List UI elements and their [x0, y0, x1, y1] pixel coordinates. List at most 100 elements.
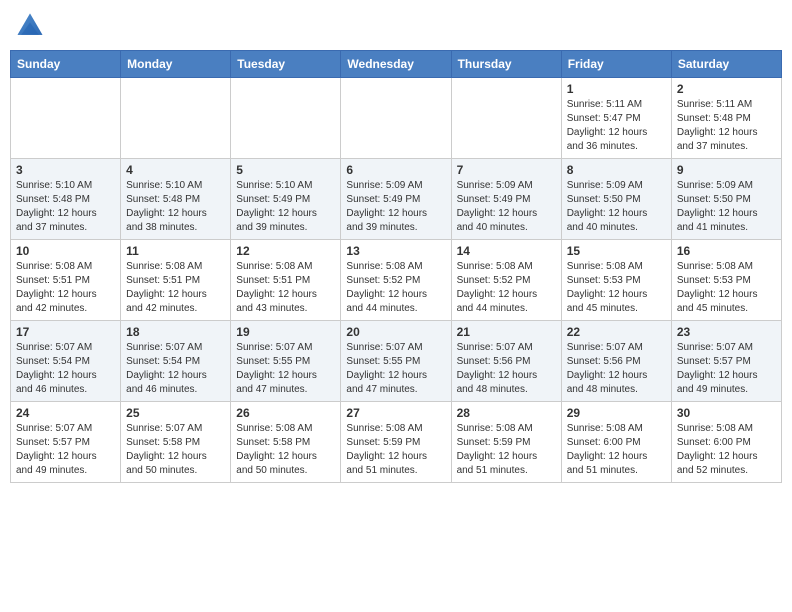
day-number: 11 — [126, 244, 225, 258]
day-info: Sunrise: 5:08 AM Sunset: 6:00 PM Dayligh… — [677, 422, 776, 478]
calendar-cell-2-5: 15 Sunrise: 5:08 AM Sunset: 5:53 PM Dayli… — [561, 240, 671, 321]
day-info: Sunrise: 5:09 AM Sunset: 5:50 PM Dayligh… — [567, 179, 666, 235]
calendar-cell-0-5: 1 Sunrise: 5:11 AM Sunset: 5:47 PM Daylig… — [561, 78, 671, 159]
calendar-cell-3-2: 19 Sunrise: 5:07 AM Sunset: 5:55 PM Dayli… — [231, 321, 341, 402]
calendar-cell-3-5: 22 Sunrise: 5:07 AM Sunset: 5:56 PM Dayli… — [561, 321, 671, 402]
day-info: Sunrise: 5:08 AM Sunset: 5:59 PM Dayligh… — [457, 422, 556, 478]
day-info: Sunrise: 5:07 AM Sunset: 5:54 PM Dayligh… — [16, 341, 115, 397]
calendar-cell-0-4 — [451, 78, 561, 159]
weekday-header-row: SundayMondayTuesdayWednesdayThursdayFrid… — [11, 51, 782, 78]
week-row-3: 10 Sunrise: 5:08 AM Sunset: 5:51 PM Dayli… — [11, 240, 782, 321]
day-number: 16 — [677, 244, 776, 258]
calendar-cell-4-6: 30Sunrise: 5:08 AM Sunset: 6:00 PM Dayli… — [671, 402, 781, 483]
weekday-header-monday: Monday — [121, 51, 231, 78]
calendar-table: SundayMondayTuesdayWednesdayThursdayFrid… — [10, 50, 782, 483]
calendar-cell-1-0: 3 Sunrise: 5:10 AM Sunset: 5:48 PM Daylig… — [11, 159, 121, 240]
weekday-header-thursday: Thursday — [451, 51, 561, 78]
day-info: Sunrise: 5:08 AM Sunset: 5:52 PM Dayligh… — [457, 260, 556, 316]
day-number: 2 — [677, 82, 776, 96]
calendar-cell-4-2: 26 Sunrise: 5:08 AM Sunset: 5:58 PM Dayli… — [231, 402, 341, 483]
day-number: 15 — [567, 244, 666, 258]
calendar-cell-3-4: 21Sunrise: 5:07 AM Sunset: 5:56 PM Dayli… — [451, 321, 561, 402]
day-info: Sunrise: 5:09 AM Sunset: 5:49 PM Dayligh… — [457, 179, 556, 235]
day-info: Sunrise: 5:07 AM Sunset: 5:58 PM Dayligh… — [126, 422, 225, 478]
day-info: Sunrise: 5:08 AM Sunset: 5:51 PM Dayligh… — [126, 260, 225, 316]
calendar-cell-4-4: 28 Sunrise: 5:08 AM Sunset: 5:59 PM Dayli… — [451, 402, 561, 483]
calendar-cell-2-3: 13 Sunrise: 5:08 AM Sunset: 5:52 PM Dayli… — [341, 240, 451, 321]
day-number: 19 — [236, 325, 335, 339]
calendar-cell-3-6: 23 Sunrise: 5:07 AM Sunset: 5:57 PM Dayli… — [671, 321, 781, 402]
day-number: 28 — [457, 406, 556, 420]
calendar-cell-0-6: 2 Sunrise: 5:11 AM Sunset: 5:48 PM Daylig… — [671, 78, 781, 159]
day-number: 5 — [236, 163, 335, 177]
day-number: 26 — [236, 406, 335, 420]
day-number: 9 — [677, 163, 776, 177]
calendar-cell-1-5: 8 Sunrise: 5:09 AM Sunset: 5:50 PM Daylig… — [561, 159, 671, 240]
day-number: 14 — [457, 244, 556, 258]
calendar-cell-0-0 — [11, 78, 121, 159]
week-row-5: 24 Sunrise: 5:07 AM Sunset: 5:57 PM Dayli… — [11, 402, 782, 483]
calendar-cell-3-0: 17 Sunrise: 5:07 AM Sunset: 5:54 PM Dayli… — [11, 321, 121, 402]
calendar-cell-2-4: 14 Sunrise: 5:08 AM Sunset: 5:52 PM Dayli… — [451, 240, 561, 321]
day-number: 6 — [346, 163, 445, 177]
day-number: 18 — [126, 325, 225, 339]
day-info: Sunrise: 5:07 AM Sunset: 5:57 PM Dayligh… — [16, 422, 115, 478]
day-number: 3 — [16, 163, 115, 177]
day-number: 21 — [457, 325, 556, 339]
week-row-4: 17 Sunrise: 5:07 AM Sunset: 5:54 PM Dayli… — [11, 321, 782, 402]
day-number: 29 — [567, 406, 666, 420]
day-info: Sunrise: 5:08 AM Sunset: 5:51 PM Dayligh… — [236, 260, 335, 316]
day-number: 17 — [16, 325, 115, 339]
day-number: 7 — [457, 163, 556, 177]
day-info: Sunrise: 5:07 AM Sunset: 5:57 PM Dayligh… — [677, 341, 776, 397]
day-info: Sunrise: 5:08 AM Sunset: 5:52 PM Dayligh… — [346, 260, 445, 316]
calendar-cell-0-1 — [121, 78, 231, 159]
calendar-cell-1-1: 4 Sunrise: 5:10 AM Sunset: 5:48 PM Daylig… — [121, 159, 231, 240]
calendar-cell-2-6: 16Sunrise: 5:08 AM Sunset: 5:53 PM Dayli… — [671, 240, 781, 321]
day-number: 20 — [346, 325, 445, 339]
day-number: 1 — [567, 82, 666, 96]
day-info: Sunrise: 5:07 AM Sunset: 5:55 PM Dayligh… — [236, 341, 335, 397]
day-info: Sunrise: 5:08 AM Sunset: 5:53 PM Dayligh… — [567, 260, 666, 316]
calendar-cell-4-0: 24 Sunrise: 5:07 AM Sunset: 5:57 PM Dayli… — [11, 402, 121, 483]
weekday-header-saturday: Saturday — [671, 51, 781, 78]
day-info: Sunrise: 5:07 AM Sunset: 5:54 PM Dayligh… — [126, 341, 225, 397]
weekday-header-sunday: Sunday — [11, 51, 121, 78]
week-row-2: 3 Sunrise: 5:10 AM Sunset: 5:48 PM Daylig… — [11, 159, 782, 240]
day-info: Sunrise: 5:09 AM Sunset: 5:49 PM Dayligh… — [346, 179, 445, 235]
day-number: 23 — [677, 325, 776, 339]
day-number: 8 — [567, 163, 666, 177]
calendar-cell-2-1: 11 Sunrise: 5:08 AM Sunset: 5:51 PM Dayli… — [121, 240, 231, 321]
calendar-cell-4-1: 25Sunrise: 5:07 AM Sunset: 5:58 PM Dayli… — [121, 402, 231, 483]
logo-icon — [14, 10, 46, 42]
day-number: 27 — [346, 406, 445, 420]
day-info: Sunrise: 5:11 AM Sunset: 5:47 PM Dayligh… — [567, 98, 666, 154]
weekday-header-tuesday: Tuesday — [231, 51, 341, 78]
day-info: Sunrise: 5:09 AM Sunset: 5:50 PM Dayligh… — [677, 179, 776, 235]
logo — [14, 10, 50, 42]
weekday-header-wednesday: Wednesday — [341, 51, 451, 78]
calendar-cell-1-3: 6 Sunrise: 5:09 AM Sunset: 5:49 PM Daylig… — [341, 159, 451, 240]
day-info: Sunrise: 5:08 AM Sunset: 6:00 PM Dayligh… — [567, 422, 666, 478]
calendar-cell-1-6: 9 Sunrise: 5:09 AM Sunset: 5:50 PM Daylig… — [671, 159, 781, 240]
day-number: 13 — [346, 244, 445, 258]
calendar-cell-2-2: 12 Sunrise: 5:08 AM Sunset: 5:51 PM Dayli… — [231, 240, 341, 321]
calendar-cell-2-0: 10Sunrise: 5:08 AM Sunset: 5:51 PM Dayli… — [11, 240, 121, 321]
day-info: Sunrise: 5:07 AM Sunset: 5:56 PM Dayligh… — [567, 341, 666, 397]
calendar-cell-4-3: 27 Sunrise: 5:08 AM Sunset: 5:59 PM Dayli… — [341, 402, 451, 483]
calendar-cell-1-2: 5 Sunrise: 5:10 AM Sunset: 5:49 PM Daylig… — [231, 159, 341, 240]
day-number: 22 — [567, 325, 666, 339]
day-info: Sunrise: 5:10 AM Sunset: 5:48 PM Dayligh… — [16, 179, 115, 235]
day-number: 24 — [16, 406, 115, 420]
calendar-cell-1-4: 7 Sunrise: 5:09 AM Sunset: 5:49 PM Daylig… — [451, 159, 561, 240]
day-info: Sunrise: 5:08 AM Sunset: 5:58 PM Dayligh… — [236, 422, 335, 478]
day-info: Sunrise: 5:11 AM Sunset: 5:48 PM Dayligh… — [677, 98, 776, 154]
day-number: 10 — [16, 244, 115, 258]
calendar-cell-3-1: 18 Sunrise: 5:07 AM Sunset: 5:54 PM Dayli… — [121, 321, 231, 402]
page-header — [10, 10, 782, 42]
day-info: Sunrise: 5:10 AM Sunset: 5:48 PM Dayligh… — [126, 179, 225, 235]
day-info: Sunrise: 5:10 AM Sunset: 5:49 PM Dayligh… — [236, 179, 335, 235]
day-number: 12 — [236, 244, 335, 258]
day-info: Sunrise: 5:08 AM Sunset: 5:59 PM Dayligh… — [346, 422, 445, 478]
day-number: 4 — [126, 163, 225, 177]
